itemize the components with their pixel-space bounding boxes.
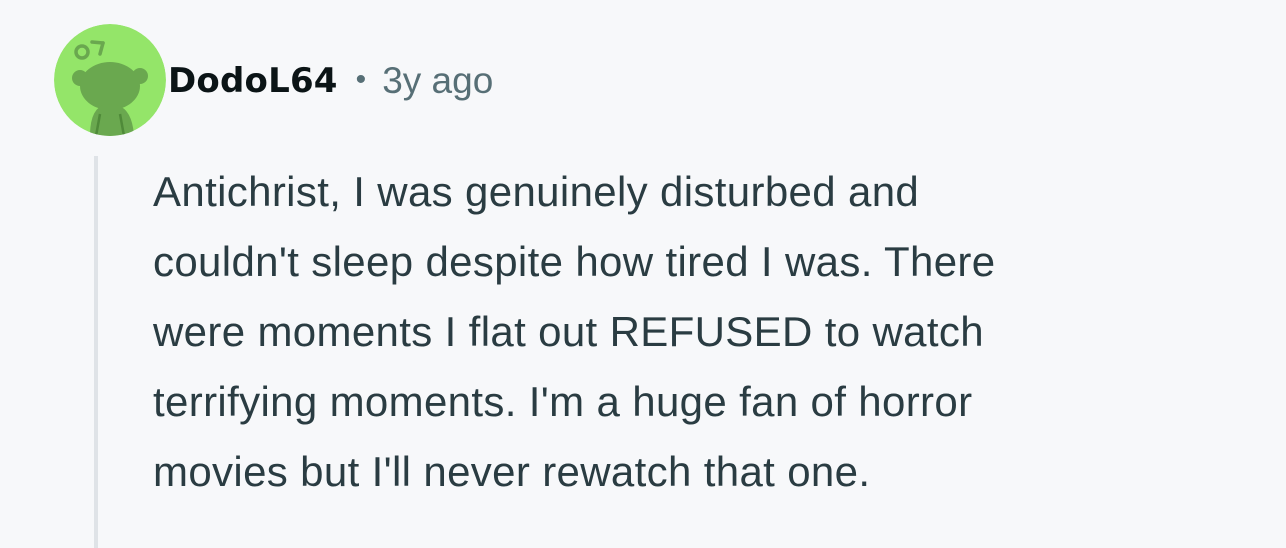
comment-body: Antichrist, I was genuinely disturbed an… <box>153 168 996 495</box>
snoo-avatar-icon[interactable] <box>54 24 166 136</box>
timestamp[interactable]: 3y ago <box>382 60 493 102</box>
meta-separator: • <box>355 63 367 96</box>
comment: DodoL64 • 3y ago Antichrist, I was genui… <box>0 0 1286 548</box>
thread-line[interactable] <box>94 156 98 548</box>
comment-header: DodoL64 • 3y ago <box>168 56 493 106</box>
author-username[interactable]: DodoL64 <box>168 61 338 101</box>
